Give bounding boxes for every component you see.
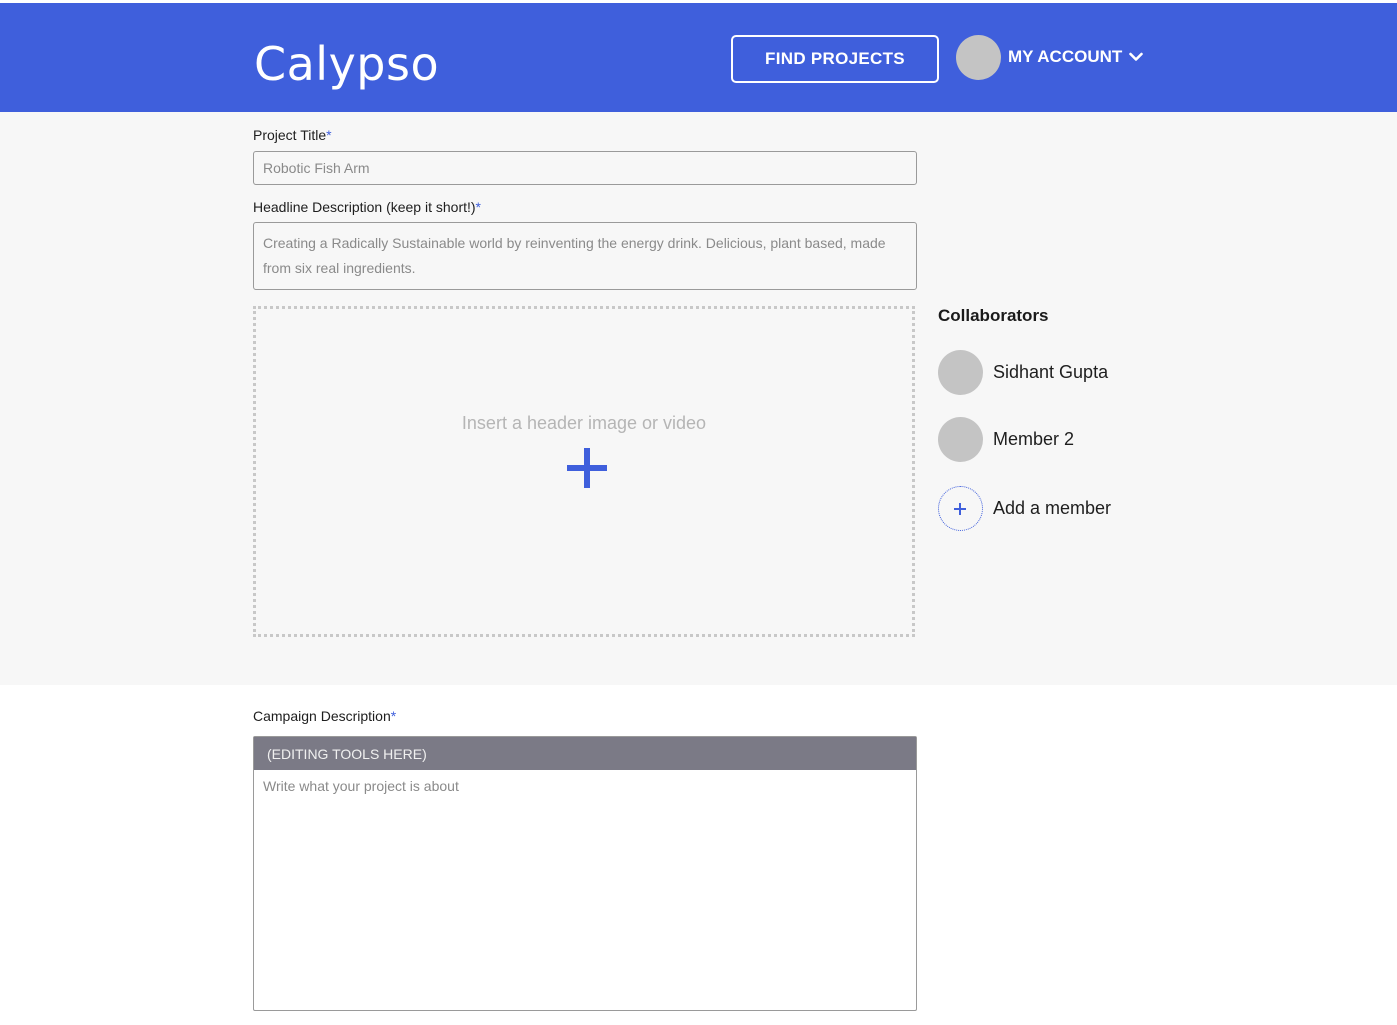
account-avatar[interactable]	[956, 35, 1001, 80]
headline-description-label: Headline Description (keep it short!)*	[253, 199, 481, 215]
logo[interactable]: Calypso	[254, 37, 439, 91]
my-account-menu[interactable]: MY ACCOUNT	[1008, 45, 1144, 69]
editing-toolbar[interactable]: (EDITING TOOLS HERE)	[254, 737, 916, 770]
campaign-description-input[interactable]: Write what your project is about	[254, 770, 916, 802]
project-title-input[interactable]: Robotic Fish Arm	[253, 151, 917, 185]
collaborator-item[interactable]: Member 2	[938, 417, 1074, 462]
add-member-label: Add a member	[993, 498, 1112, 518]
chevron-down-icon	[1129, 52, 1144, 61]
project-title-label: Project Title*	[253, 127, 332, 143]
required-mark: *	[326, 127, 332, 143]
header-media-dropzone[interactable]: Insert a header image or video	[253, 306, 915, 637]
avatar	[938, 350, 983, 395]
dropzone-text: Insert a header image or video	[461, 413, 707, 433]
top-nav-bar: Calypso FIND PROJECTS MY ACCOUNT	[0, 3, 1397, 112]
headline-description-input[interactable]: Creating a Radically Sustainable world b…	[253, 222, 917, 290]
plus-icon[interactable]	[567, 448, 607, 488]
add-member-button[interactable]: Add a member	[938, 486, 1111, 531]
campaign-description-label: Campaign Description*	[253, 708, 397, 724]
campaign-description-editor: (EDITING TOOLS HERE) Write what your pro…	[253, 736, 917, 1011]
collaborator-item[interactable]: Sidhant Gupta	[938, 350, 1108, 395]
add-member-plus-icon[interactable]	[938, 486, 983, 531]
collaborator-name: Member 2	[993, 429, 1075, 449]
find-projects-button[interactable]: FIND PROJECTS	[731, 35, 939, 83]
required-mark: *	[475, 199, 481, 215]
required-mark: *	[390, 708, 397, 724]
my-account-label: MY ACCOUNT	[1008, 47, 1123, 66]
collaborator-name: Sidhant Gupta	[993, 362, 1109, 382]
collaborators-heading: Collaborators	[938, 306, 1049, 325]
avatar	[938, 417, 983, 462]
